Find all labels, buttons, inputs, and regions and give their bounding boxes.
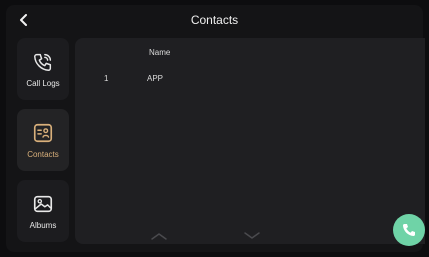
image-icon — [33, 195, 53, 212]
contact-card-icon — [33, 123, 53, 142]
name-column-header: Name — [149, 48, 171, 57]
phone-icon — [34, 53, 52, 71]
sidebar-item-contacts[interactable]: Contacts — [17, 109, 69, 171]
call-button[interactable] — [393, 214, 425, 246]
sidebar-item-label: Contacts — [27, 149, 59, 159]
back-button[interactable] — [14, 10, 34, 30]
table-row[interactable]: 1 APP — [75, 74, 425, 88]
sidebar-item-label: Call Logs — [26, 78, 60, 88]
sidebar-item-call-logs[interactable]: Call Logs — [17, 38, 69, 100]
chevron-up-icon[interactable] — [150, 231, 168, 241]
sidebar-item-albums[interactable]: Albums — [17, 180, 69, 242]
contact-name: APP — [147, 74, 164, 83]
top-bar: Contacts — [6, 5, 423, 35]
sidebar-item-label: Albums — [29, 220, 57, 230]
page-title: Contacts — [190, 13, 239, 27]
contacts-list: Name 1 APP — [75, 38, 425, 244]
phone-icon — [403, 224, 415, 236]
chevron-left-icon — [20, 14, 27, 26]
chevron-down-icon[interactable] — [243, 231, 261, 241]
row-index: 1 — [104, 74, 109, 83]
